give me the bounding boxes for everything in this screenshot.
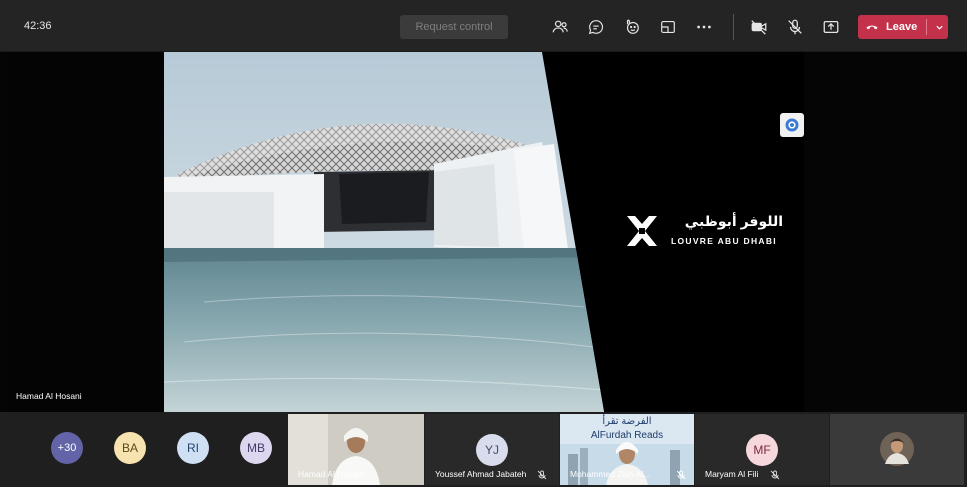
request-control-button[interactable]: Request control [400, 15, 508, 39]
logo-english-text: LOUVRE ABU DHABI [671, 236, 777, 246]
chat-icon[interactable] [585, 16, 607, 38]
stage-margin [6, 52, 164, 412]
participant-strip: +30 BA RI MB Hamad Al Hosani YJ Youssef … [0, 412, 967, 487]
logo-arabic-text: اللوفر أبوظبي [684, 213, 783, 229]
banner-english: AlFurdah Reads [590, 430, 664, 441]
participant-tile-hamad[interactable]: Hamad Al Hosani [288, 414, 424, 485]
participant-tile-maryam[interactable]: MF Maryam Al Fili [695, 414, 829, 485]
app-badge-icon [780, 113, 804, 137]
participant-name: Youssef Ahmad Jabateh [435, 469, 527, 479]
louvre-logo: اللوفر أبوظبي LOUVRE ABU DHABI [623, 212, 793, 252]
participant-name: Hamad Al Hosani [298, 469, 364, 479]
banner-arabic: الفرضة تقرأ [602, 416, 652, 427]
avatar-mf: MF [746, 434, 778, 466]
participant-name: Mohammed Zain Al... [570, 469, 651, 479]
chevron-down-icon[interactable] [930, 15, 948, 39]
participant-name: Maryam Al Fili [705, 469, 759, 479]
avatar-photo [880, 432, 914, 466]
leave-separator [926, 19, 927, 35]
camera-off-icon[interactable] [748, 16, 770, 38]
mic-off-icon [676, 470, 686, 480]
avatar-mb[interactable]: MB [240, 432, 272, 464]
self-view-tile[interactable] [830, 414, 964, 485]
avatar-ba[interactable]: BA [114, 432, 146, 464]
reactions-icon[interactable] [621, 16, 643, 38]
overflow-count-button[interactable]: +30 [51, 432, 83, 464]
participant-tile-mohammed[interactable]: الفرضة تقرأ AlFurdah Reads Mohammed Zain… [560, 414, 694, 485]
share-tray-icon[interactable] [657, 16, 679, 38]
shared-slide: اللوفر أبوظبي LOUVRE ABU DHABI [164, 52, 804, 412]
share-icon[interactable] [820, 16, 842, 38]
avatar-ri[interactable]: RI [177, 432, 209, 464]
main-stage: اللوفر أبوظبي LOUVRE ABU DHABI Hamad Al … [0, 52, 967, 412]
hang-up-icon [858, 15, 886, 39]
toolbar-divider [733, 14, 734, 40]
call-timer: 42:36 [24, 20, 52, 32]
meeting-toolbar: 42:36 Request control Leave [0, 0, 967, 52]
presenter-name: Hamad Al Hosani [16, 391, 82, 401]
mic-off-icon [770, 470, 780, 480]
people-icon[interactable] [549, 16, 571, 38]
avatar-yj: YJ [476, 434, 508, 466]
participant-tile-youssef[interactable]: YJ Youssef Ahmad Jabateh [425, 414, 559, 485]
more-icon[interactable] [693, 16, 715, 38]
mic-off-icon[interactable] [784, 16, 806, 38]
louvre-emblem-icon [627, 216, 657, 246]
leave-button[interactable]: Leave [858, 15, 948, 39]
mic-off-icon [537, 470, 547, 480]
leave-label: Leave [886, 21, 918, 33]
